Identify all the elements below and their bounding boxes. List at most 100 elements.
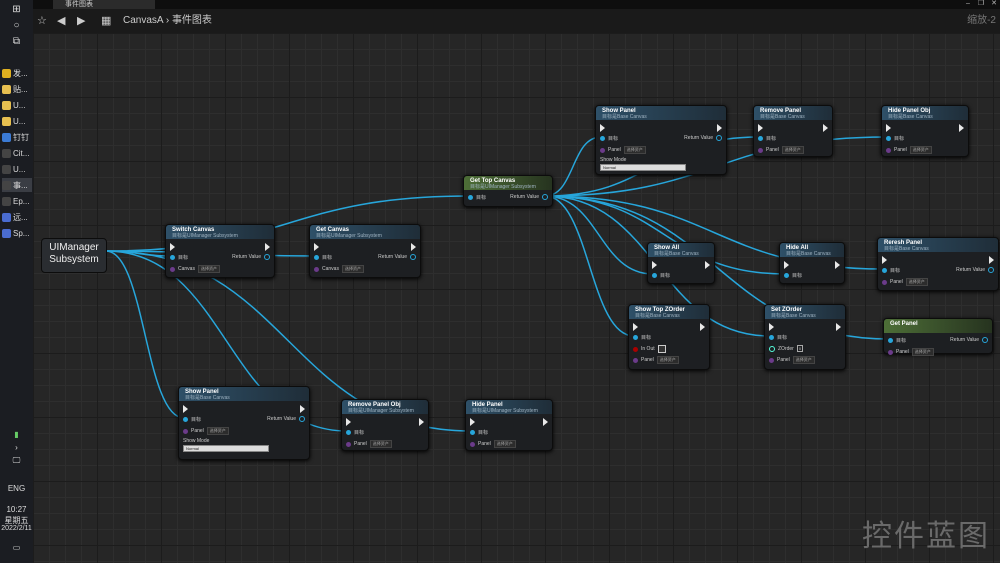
exec-out-pin[interactable] [543,418,548,426]
show-panel-top-node[interactable]: Show Panel 目标是Base Canvas 目标 Return Value Pa… [595,105,727,175]
taskbar-app-item[interactable]: 钉钉 [2,130,32,144]
exec-in-pin[interactable] [784,261,789,269]
task-view-icon[interactable]: ⧉ [0,36,33,47]
asset-dropdown[interactable]: 选择资产 [369,440,392,448]
target-pin[interactable]: 目标 [652,272,670,279]
exec-out-pin[interactable] [717,124,722,132]
exec-out-pin[interactable] [836,323,841,331]
target-pin[interactable]: 目标 [882,267,900,274]
return-value-pin[interactable]: Return Value [956,267,994,273]
taskbar-app-item[interactable]: U... [2,162,32,176]
return-value-pin[interactable]: Return Value [510,194,548,200]
refresh-panel-node[interactable]: Reresh Panel 目标是Base Canvas 目标 Return Value… [877,237,999,291]
target-pin[interactable]: 目标 [470,429,488,436]
return-value-pin[interactable]: Return Value [378,254,416,260]
target-pin[interactable]: 目标 [758,135,776,142]
notification-icon[interactable]: ▭ [0,543,33,552]
return-value-pin[interactable]: Return Value [232,254,270,260]
target-pin[interactable]: 目标 [886,135,904,142]
asset-dropdown[interactable]: 选择资产 [656,356,679,364]
exec-out-pin[interactable] [265,243,270,251]
remove-panel-node[interactable]: Remove Panel 目标是Base Canvas 目标 Panel 选择资产 [753,105,833,157]
tab-event-graph[interactable]: 事件图表 [53,0,155,9]
hide-panel-obj-node[interactable]: Hide Panel Obj 目标是Base Canvas 目标 Panel 选择资产 [881,105,969,157]
exec-out-pin[interactable] [419,418,424,426]
param-pin[interactable]: Canvas 选择资产 [170,265,220,273]
param-pin[interactable]: Canvas 选择资产 [314,265,364,273]
minimize-icon[interactable]: – [962,0,974,8]
set-zorder-node[interactable]: Set ZOrder 目标是Base Canvas 目标 ZOrder 0 Panel 选择… [764,304,846,370]
battery-icon[interactable]: ▮ [0,430,33,439]
exec-in-pin[interactable] [314,243,319,251]
taskbar-app-item[interactable]: 事... [2,178,32,192]
taskbar-app-item[interactable]: 发... [2,66,32,80]
exec-in-pin[interactable] [882,256,887,264]
exec-out-pin[interactable] [959,124,964,132]
taskbar-app-item[interactable]: 贴... [2,82,32,96]
target-pin[interactable]: 目标 [468,194,486,201]
breadcrumb-root[interactable]: CanvasA [123,15,163,26]
exec-in-pin[interactable] [470,418,475,426]
taskbar-app-item[interactable]: U... [2,114,32,128]
remove-panel-obj-node[interactable]: Remove Panel Obj 目标是UIManager Subsystem 目标… [341,399,429,451]
exec-out-pin[interactable] [300,405,305,413]
param-pin[interactable]: Panel 选择资产 [769,356,815,364]
exec-in-pin[interactable] [346,418,351,426]
hide-all-node[interactable]: Hide All 目标是Base Canvas 目标 [779,242,845,284]
exec-out-pin[interactable] [989,256,994,264]
asset-dropdown[interactable]: 选择资产 [493,440,516,448]
param-pin[interactable]: Panel 选择资产 [888,348,934,356]
param-pin[interactable]: Panel 选择资产 [600,146,646,154]
asset-dropdown[interactable]: 选择资产 [197,265,220,273]
get-canvas-node[interactable]: Get Canvas 目标是UIManager Subsystem 目标 Return… [309,224,421,278]
show-all-node[interactable]: Show All 目标是Base Canvas 目标 [647,242,715,284]
start-icon[interactable]: ⊞ [0,4,33,15]
target-pin[interactable]: 目标 [633,334,651,341]
show-mode-pin[interactable]: Show Mode Normal [183,438,269,452]
uimanager-subsystem-node[interactable]: UIManager Subsystem [41,238,107,273]
asset-dropdown[interactable]: 选择资产 [911,348,934,356]
asset-dropdown[interactable]: 选择资产 [206,427,229,435]
star-icon[interactable]: ☆ [37,13,47,29]
exec-out-pin[interactable] [700,323,705,331]
exec-in-pin[interactable] [633,323,638,331]
asset-dropdown[interactable]: 选择资产 [905,278,928,286]
taskbar-app-item[interactable]: Cit... [2,146,32,160]
target-pin[interactable]: 目标 [314,254,332,261]
close-icon[interactable]: ✕ [988,0,1000,8]
get-panel-node[interactable]: Get Panel 目标 Return Value Panel 选择资产 [883,318,993,356]
target-pin[interactable]: 目标 [769,334,787,341]
taskbar-app-item[interactable]: 远... [2,210,32,224]
search-icon[interactable]: ○ [0,20,33,31]
taskbar-app-item[interactable]: Sp... [2,226,32,240]
asset-dropdown[interactable]: 选择资产 [623,146,646,154]
param-pin[interactable]: Panel 选择资产 [882,278,928,286]
restore-icon[interactable]: ❐ [975,0,987,8]
exec-in-pin[interactable] [170,243,175,251]
blueprint-graph-canvas[interactable]: UIManager Subsystem Switch Canvas 目标是UIMa… [33,33,1000,563]
show-mode-combo[interactable]: Normal [183,445,269,452]
zorder-pin[interactable]: ZOrder 0 [769,345,804,352]
exec-in-pin[interactable] [183,405,188,413]
show-mode-combo[interactable]: Normal [600,164,686,171]
exec-out-pin[interactable] [823,124,828,132]
clock-date[interactable]: 2022/2/11 [0,525,33,532]
exec-in-pin[interactable] [758,124,763,132]
taskbar-app-item[interactable]: U... [2,98,32,112]
target-pin[interactable]: 目标 [888,337,906,344]
hide-panel-node[interactable]: Hide Panel 目标是UIManager Subsystem 目标 Panel 选… [465,399,553,451]
asset-dropdown[interactable]: 选择资产 [792,356,815,364]
get-top-canvas-node[interactable]: Get Top Canvas 目标是UIManager Subsystem 目标 Re… [463,175,553,207]
clock-time[interactable]: 10:27 [0,505,33,514]
param-pin[interactable]: Panel 选择资产 [886,146,932,154]
asset-dropdown[interactable]: 选择资产 [781,146,804,154]
return-value-pin[interactable]: Return Value [267,416,305,422]
chevron-up-icon[interactable]: › [0,443,33,452]
param-pin[interactable]: Panel 选择资产 [183,427,229,435]
exec-out-pin[interactable] [835,261,840,269]
return-value-pin[interactable]: Return Value [684,135,722,141]
param-pin[interactable]: Panel 选择资产 [633,356,679,364]
exec-in-pin[interactable] [886,124,891,132]
target-pin[interactable]: 目标 [784,272,802,279]
taskbar-app-item[interactable]: Ep... [2,194,32,208]
